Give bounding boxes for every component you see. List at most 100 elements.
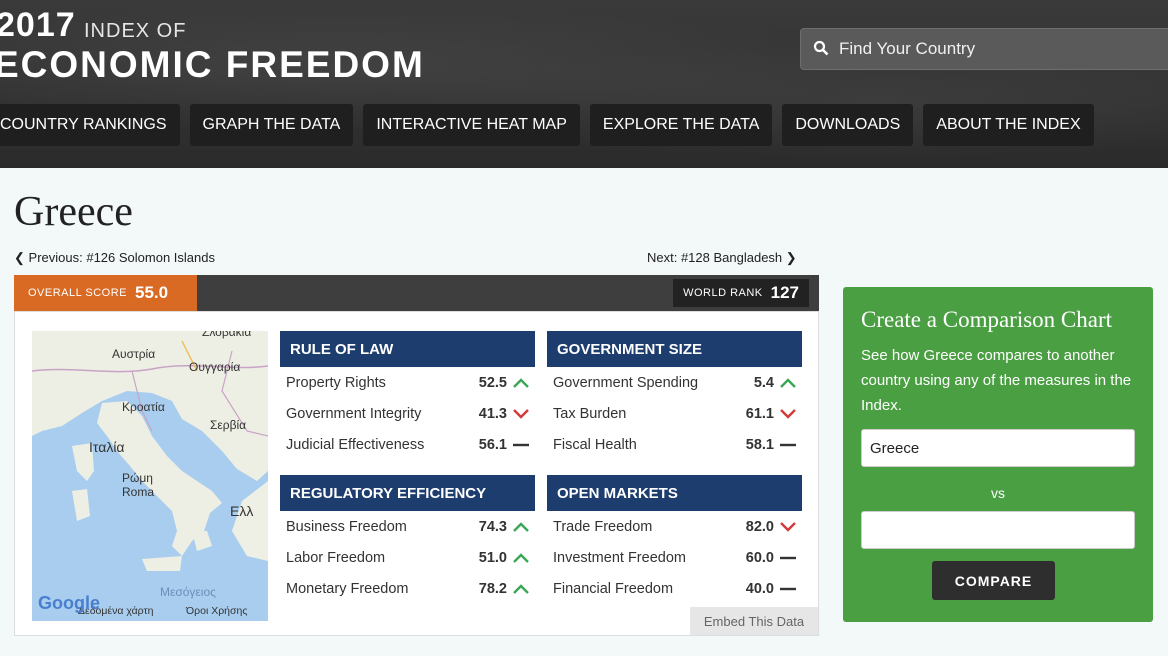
comparison-description: See how Greece compares to another count… [861, 347, 1132, 414]
compare-country-2-input[interactable] [861, 511, 1135, 549]
main-nav: COUNTRY RANKINGS GRAPH THE DATA INTERACT… [0, 104, 1094, 146]
nav-about-the-index[interactable]: ABOUT THE INDEX [923, 104, 1094, 146]
metric-value: 56.1 [478, 436, 507, 453]
metric-row[interactable]: Judicial Effectiveness 56.1 [280, 429, 535, 460]
metric-row[interactable]: Government Integrity 41.3 [280, 398, 535, 429]
metric-value: 51.0 [478, 549, 507, 566]
metric-value: 40.0 [745, 580, 774, 597]
logo-title[interactable]: ECONOMIC FREEDOM [0, 44, 425, 86]
metric-row[interactable]: Property Rights 52.5 [280, 367, 535, 398]
vs-label: vs [991, 485, 1005, 501]
category-regulatory-efficiency: REGULATORY EFFICIENCY Business Freedom 74… [280, 475, 535, 604]
next-country-label: Next: #128 Bangladesh [647, 250, 783, 265]
map-label-hungary: Ουγγαρία [189, 360, 241, 374]
previous-country-link[interactable]: ❮ Previous: #126 Solomon Islands [14, 250, 215, 266]
page-title: Greece [14, 189, 133, 235]
trend-flat-icon [774, 583, 802, 595]
country-map[interactable]: Ζλοβακία Αυστρία Ουγγαρία Κροατία Σερβία… [32, 331, 268, 621]
map-label-austria: Αυστρία [112, 347, 156, 361]
metric-row[interactable]: Trade Freedom 82.0 [547, 511, 802, 542]
score-bar: OVERALL SCORE 55.0 WORLD RANK 127 [14, 275, 819, 311]
world-rank-value: 127 [770, 283, 799, 302]
map-label-roma: Roma [122, 485, 155, 499]
trend-up-icon [507, 377, 535, 389]
overall-score-value: 55.0 [135, 283, 169, 302]
metric-value: 58.1 [745, 436, 774, 453]
chevron-right-icon: ❯ [785, 250, 797, 265]
compare-button[interactable]: COMPARE [932, 561, 1055, 600]
metric-row[interactable]: Business Freedom 74.3 [280, 511, 535, 542]
world-rank-label: WORLD RANK [683, 287, 763, 299]
metric-name: Tax Burden [553, 405, 627, 422]
category-header: OPEN MARKETS [547, 475, 802, 511]
search-icon [813, 40, 831, 58]
category-open-markets: OPEN MARKETS Trade Freedom 82.0 Investmen… [547, 475, 802, 604]
metric-name: Business Freedom [286, 518, 407, 535]
search-input[interactable]: Find Your Country [800, 28, 1168, 70]
metric-row[interactable]: Labor Freedom 51.0 [280, 542, 535, 573]
trend-flat-icon [507, 439, 535, 451]
map-label-greece: Ελλ [230, 503, 254, 519]
category-header: REGULATORY EFFICIENCY [280, 475, 535, 511]
world-rank: WORLD RANK 127 [673, 279, 809, 307]
trend-up-icon [507, 521, 535, 533]
metric-name: Fiscal Health [553, 436, 637, 453]
comparison-title: Create a Comparison Chart [861, 307, 1113, 332]
embed-data-button[interactable]: Embed This Data [690, 607, 818, 635]
map-label-slovakia: Ζλοβακία [202, 331, 252, 339]
category-header: GOVERNMENT SIZE [547, 331, 802, 367]
metric-name: Financial Freedom [553, 580, 674, 597]
map-terms-link[interactable]: Όροι Χρήσης [186, 605, 247, 617]
map-label-italy: Ιταλία [89, 439, 125, 455]
nav-country-rankings[interactable]: COUNTRY RANKINGS [0, 104, 180, 146]
comparison-panel: Create a Comparison Chart See how Greece… [843, 287, 1153, 622]
metric-name: Property Rights [286, 374, 386, 391]
metric-value: 52.5 [478, 374, 507, 391]
overall-score-label: OVERALL SCORE [28, 287, 128, 299]
trend-flat-icon [774, 439, 802, 451]
chevron-left-icon: ❮ [14, 250, 25, 265]
map-label-serbia: Σερβία [210, 418, 247, 432]
trend-down-icon [774, 521, 802, 533]
site-header: 2017 INDEX OF ECONOMIC FREEDOM Find Your… [0, 0, 1168, 168]
metric-row[interactable]: Government Spending 5.4 [547, 367, 802, 398]
metric-value: 61.1 [745, 405, 774, 422]
trend-up-icon [507, 583, 535, 595]
metric-value: 74.3 [478, 518, 507, 535]
trend-down-icon [507, 408, 535, 420]
trend-down-icon [774, 408, 802, 420]
metric-row[interactable]: Monetary Freedom 78.2 [280, 573, 535, 604]
metric-value: 82.0 [745, 518, 774, 535]
overall-score: OVERALL SCORE 55.0 [14, 275, 197, 311]
previous-country-label: Previous: #126 Solomon Islands [28, 250, 215, 265]
metric-name: Government Spending [553, 374, 699, 391]
logo-year[interactable]: 2017 [0, 6, 76, 45]
metric-value: 5.4 [753, 374, 774, 391]
metric-row[interactable]: Fiscal Health 58.1 [547, 429, 802, 460]
metric-value: 41.3 [478, 405, 507, 422]
category-government-size: GOVERNMENT SIZE Government Spending 5.4 T… [547, 331, 802, 460]
nav-graph-the-data[interactable]: GRAPH THE DATA [189, 104, 354, 146]
trend-flat-icon [774, 552, 802, 564]
nav-explore-the-data[interactable]: EXPLORE THE DATA [589, 104, 773, 146]
metric-name: Investment Freedom [553, 549, 686, 566]
next-country-link[interactable]: Next: #128 Bangladesh ❯ [647, 250, 797, 266]
category-header: RULE OF LAW [280, 331, 535, 367]
metric-row[interactable]: Investment Freedom 60.0 [547, 542, 802, 573]
map-label-rome: Ρώμη [122, 471, 153, 485]
compare-country-1-input[interactable] [861, 429, 1135, 467]
metric-value: 78.2 [478, 580, 507, 597]
metric-name: Monetary Freedom [286, 580, 409, 597]
metric-name: Labor Freedom [286, 549, 386, 566]
metric-row[interactable]: Financial Freedom 40.0 [547, 573, 802, 604]
search-placeholder: Find Your Country [839, 39, 976, 58]
nav-downloads[interactable]: DOWNLOADS [782, 104, 914, 146]
metric-name: Trade Freedom [553, 518, 653, 535]
metric-row[interactable]: Tax Burden 61.1 [547, 398, 802, 429]
score-panel: Ζλοβακία Αυστρία Ουγγαρία Κροατία Σερβία… [14, 311, 819, 636]
logo-index-of[interactable]: INDEX OF [84, 20, 186, 43]
metric-value: 60.0 [745, 549, 774, 566]
map-label-croatia: Κροατία [122, 400, 165, 414]
nav-interactive-heat-map[interactable]: INTERACTIVE HEAT MAP [363, 104, 580, 146]
category-rule-of-law: RULE OF LAW Property Rights 52.5 Governme… [280, 331, 535, 460]
